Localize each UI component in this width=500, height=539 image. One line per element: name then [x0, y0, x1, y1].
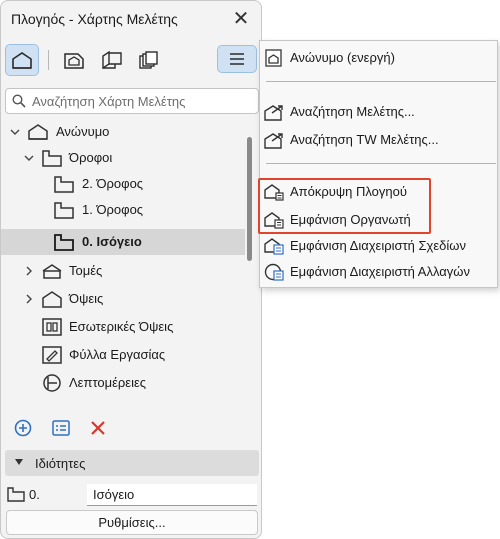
menu-item-browse-teamwork-project[interactable]: Αναζήτηση TW Μελέτης... — [260, 127, 499, 153]
menu-item-hide-navigator[interactable]: Απόκρυψη Πλογηού — [260, 179, 499, 205]
collapse-triangle-icon — [15, 459, 23, 465]
tree-item-label: Εσωτερικές Όψεις — [69, 319, 174, 334]
tree-item-worksheets[interactable]: Φύλλα Εργασίας — [1, 342, 245, 368]
chevron-right-icon[interactable] — [22, 292, 36, 306]
story-name-field[interactable] — [87, 484, 257, 506]
tree-item-story-2[interactable]: 2. Όροφος — [1, 171, 245, 197]
menu-divider — [266, 163, 496, 164]
detail-icon — [41, 373, 63, 393]
story-number: 0. — [29, 487, 40, 502]
menu-item-label: Εμφάνιση Οργανωτή — [290, 212, 411, 227]
navigator-toolbar — [1, 41, 261, 79]
tree-scrollbar[interactable] — [247, 137, 252, 261]
layout-book-icon — [102, 50, 122, 70]
tree-item-label: 2. Όροφος — [82, 176, 144, 191]
project-house-icon — [27, 122, 49, 142]
tree-action-bar — [1, 413, 261, 443]
menu-divider — [266, 81, 496, 82]
tree-item-elevations[interactable]: Όψεις — [1, 286, 245, 312]
hide-navigator-icon — [264, 184, 284, 201]
tree-item-label: Λεπτομέρειες — [69, 375, 147, 390]
add-button[interactable] — [11, 416, 35, 440]
navigator-window: Πλογηός - Χάρτης Μελέτης ✕ Ανώνυμο — [0, 0, 262, 539]
view-map-button[interactable] — [58, 44, 92, 76]
view-map-icon — [64, 53, 84, 69]
navigator-dropdown-menu: Ανώνυμο (ενεργή) Αναζήτηση Μελέτης... Αν… — [259, 40, 498, 288]
tree-item-label: 0. Ισόγειο — [82, 234, 142, 249]
project-map-button[interactable] — [5, 44, 39, 76]
settings-button[interactable]: Ρυθμίσεις... — [6, 510, 258, 535]
close-button[interactable]: ✕ — [231, 8, 251, 30]
browse-project-icon — [264, 105, 283, 121]
menu-item-label: Απόκρυψη Πλογηού — [290, 184, 407, 199]
properties-row: 0. — [1, 483, 261, 507]
publisher-sets-button[interactable] — [132, 44, 166, 76]
story-icon — [53, 174, 75, 194]
worksheet-icon — [41, 345, 63, 365]
tree-item-label: Όψεις — [69, 291, 104, 306]
menu-item-label: Ανώνυμο (ενεργή) — [290, 50, 395, 65]
stories-icon — [41, 148, 63, 168]
add-icon — [14, 419, 32, 437]
tree-item-interior-elevations[interactable]: Εσωτερικές Όψεις — [1, 314, 245, 340]
window-title: Πλογηός - Χάρτης Μελέτης — [11, 11, 178, 27]
tree-item-details[interactable]: Λεπτομέρειες — [1, 370, 245, 396]
tree-item-label: Ανώνυμο — [56, 124, 110, 139]
chevron-right-icon[interactable] — [22, 264, 36, 278]
menu-item-change-manager[interactable]: Εμφάνιση Διαχειριστή Αλλαγών — [260, 259, 499, 285]
drawing-manager-icon — [264, 238, 284, 255]
chevron-down-icon[interactable] — [22, 151, 36, 165]
tree-item-label: Όροφοι — [69, 150, 113, 165]
menu-item-drawing-manager[interactable]: Εμφάνιση Διαχειριστή Σχεδίων — [260, 233, 499, 259]
menu-item-show-organizer[interactable]: Εμφάνιση Οργανωτή — [260, 207, 499, 233]
tree-item-story-0-selected[interactable]: 0. Ισόγειο — [1, 229, 245, 255]
toolbar-divider — [48, 50, 49, 70]
elevation-icon — [41, 289, 63, 309]
story-icon — [53, 232, 75, 252]
menu-item-label: Αναζήτηση Μελέτης... — [290, 104, 415, 119]
properties-header[interactable]: Ιδιότητες — [5, 450, 259, 476]
tree-item-sections[interactable]: Τομές — [1, 258, 245, 284]
menu-item-label: Εμφάνιση Διαχειριστή Σχεδίων — [290, 238, 466, 253]
tree-item-project[interactable]: Ανώνυμο — [1, 119, 245, 145]
browse-teamwork-project-icon — [264, 133, 283, 149]
properties-title: Ιδιότητες — [35, 456, 86, 471]
change-manager-icon — [264, 263, 284, 281]
active-project-icon — [265, 49, 282, 67]
tree-item-label: 1. Όροφος — [82, 202, 144, 217]
menu-item-label: Εμφάνιση Διαχειριστή Αλλαγών — [290, 264, 470, 279]
section-icon — [41, 261, 63, 281]
delete-icon — [91, 421, 105, 435]
layout-book-button[interactable] — [95, 44, 129, 76]
navigator-menu-button[interactable] — [217, 45, 257, 73]
menu-item-label: Αναζήτηση TW Μελέτης... — [290, 132, 439, 147]
search-box[interactable] — [5, 88, 259, 114]
publisher-sets-icon — [139, 51, 158, 69]
menu-item-browse-project[interactable]: Αναζήτηση Μελέτης... — [260, 99, 499, 125]
hamburger-menu-icon — [230, 53, 244, 65]
menu-item-active-project[interactable]: Ανώνυμο (ενεργή) — [260, 45, 499, 71]
project-tree: Ανώνυμο Όροφοι 2. Όροφος 1. Όροφος 0. Ισ… — [1, 119, 261, 405]
search-input[interactable] — [32, 92, 254, 110]
show-organizer-icon — [264, 212, 284, 229]
title-bar: Πλογηός - Χάρτης Μελέτης ✕ — [1, 1, 261, 37]
interior-elevation-icon — [41, 317, 63, 337]
project-map-icon — [12, 52, 32, 69]
story-icon — [7, 487, 25, 502]
tree-item-stories[interactable]: Όροφοι — [1, 145, 245, 171]
search-icon — [12, 94, 26, 108]
tree-item-story-1[interactable]: 1. Όροφος — [1, 197, 245, 223]
settings-list-icon — [52, 420, 70, 436]
chevron-down-icon[interactable] — [8, 125, 22, 139]
tree-item-label: Τομές — [69, 263, 103, 278]
settings-list-button[interactable] — [49, 416, 73, 440]
tree-item-label: Φύλλα Εργασίας — [69, 347, 166, 362]
story-icon — [53, 200, 75, 220]
delete-button[interactable] — [86, 416, 110, 440]
